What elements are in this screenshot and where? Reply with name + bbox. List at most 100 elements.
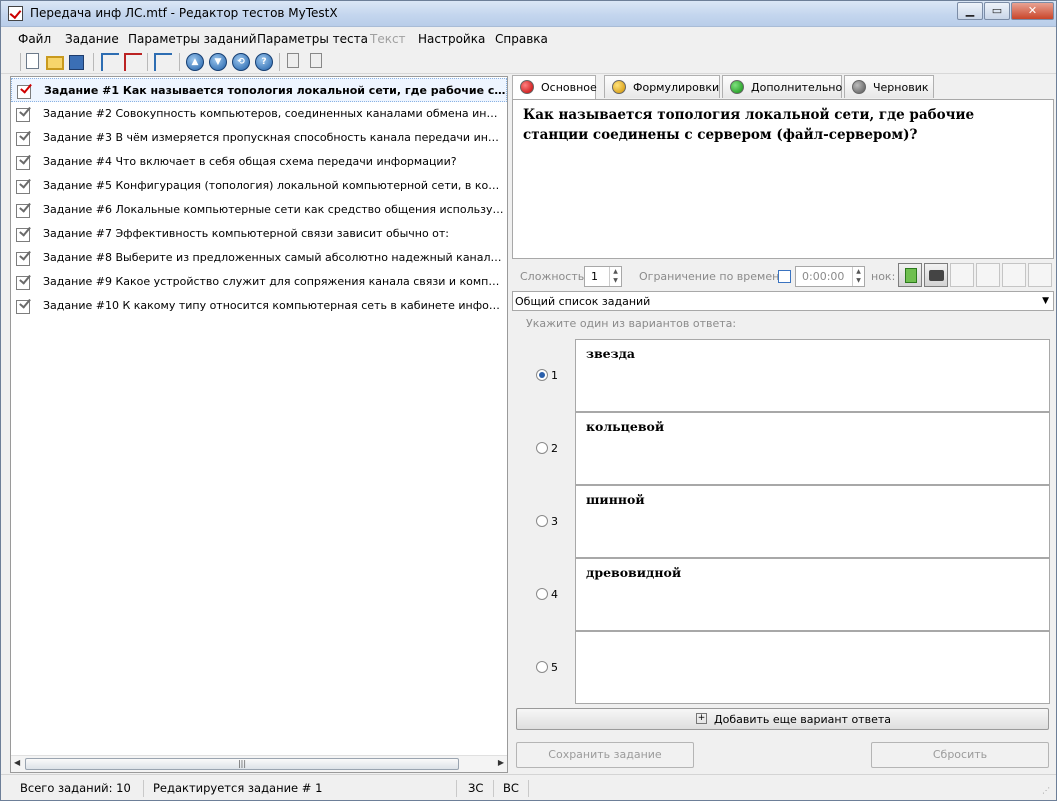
task-list-item[interactable]: Задание #10 К какому типу относится комп… [11, 294, 507, 318]
answer-text-field[interactable]: шинной [575, 485, 1050, 558]
menu-bar: Файл Задание Параметры заданий Параметры… [1, 28, 1056, 49]
answer-radio[interactable] [536, 588, 548, 600]
image-slot[interactable] [976, 263, 1000, 287]
menu-help[interactable]: Справка [495, 32, 548, 46]
task-list-item[interactable]: Задание #9 Какое устройство служит для с… [11, 270, 507, 294]
help-icon[interactable]: ? [255, 53, 273, 71]
image-slot[interactable] [1028, 263, 1052, 287]
minimize-button[interactable]: ▁ [957, 2, 983, 20]
plus-icon: + [696, 713, 707, 724]
add-image-button[interactable] [898, 263, 922, 287]
task-list-icon[interactable] [154, 53, 172, 71]
chevron-down-icon[interactable]: ▼ [1042, 296, 1049, 306]
task-title: Задание #2 Совокупность компьютеров, сое… [43, 107, 505, 120]
move-down-icon[interactable]: ▼ [209, 53, 227, 71]
move-up-icon[interactable]: ▲ [186, 53, 204, 71]
window-title: Передача инф ЛС.mtf - Редактор тестов My… [30, 6, 338, 20]
menu-task[interactable]: Задание [65, 32, 119, 46]
task-list: Задание #1 Как называется топология лока… [10, 76, 508, 773]
question-editor[interactable]: Как называется топология локальной сети,… [512, 99, 1054, 259]
green-dot-icon [730, 80, 744, 94]
scrollbar-thumb[interactable]: ||| [25, 758, 459, 770]
answer-radio[interactable] [536, 442, 548, 454]
menu-text: Текст [370, 32, 406, 46]
task-list-item[interactable]: Задание #6 Локальные компьютерные сети к… [11, 198, 507, 222]
answer-radio[interactable] [536, 369, 548, 381]
task-checkbox-icon [16, 200, 33, 218]
toolbar-separator [20, 53, 21, 71]
toolbar-separator [93, 53, 94, 71]
task-title: Задание #8 Выберите из предложенных самы… [43, 251, 505, 264]
tab-main[interactable]: Основное [512, 75, 597, 99]
menu-test-params[interactable]: Параметры теста [257, 32, 368, 46]
tab-formulations[interactable]: Формулировки [604, 75, 720, 98]
window-controls: ▁ ▭ ✕ [956, 2, 1054, 20]
answer-text-field[interactable]: кольцевой [575, 412, 1050, 485]
difficulty-label: Сложность: [520, 270, 588, 283]
task-list-item[interactable]: Задание #5 Конфигурация (топология) лока… [11, 174, 507, 198]
menu-task-params[interactable]: Параметры заданий [128, 32, 257, 46]
maximize-button[interactable]: ▭ [984, 2, 1010, 20]
task-list-item[interactable]: Задание #4 Что включает в себя общая схе… [11, 150, 507, 174]
reset-button[interactable]: Сбросить [871, 742, 1049, 768]
toolbar-separator [279, 53, 280, 71]
stepper-arrows-icon[interactable]: ▲ ▼ [852, 267, 864, 286]
task-list-item-selected[interactable]: Задание #1 Как называется топология лока… [11, 78, 507, 102]
task-list-item[interactable]: Задание #8 Выберите из предложенных самы… [11, 246, 507, 270]
task-list-item[interactable]: Задание #2 Совокупность компьютеров, сое… [11, 102, 507, 126]
new-file-icon[interactable] [26, 53, 39, 69]
save-icon[interactable] [69, 55, 84, 70]
open-folder-icon[interactable] [46, 56, 64, 70]
answer-number: 2 [551, 442, 558, 455]
copy-icon[interactable] [287, 53, 299, 68]
task-title: Задание #4 Что включает в себя общая схе… [43, 155, 457, 168]
save-task-button[interactable]: Сохранить задание [516, 742, 694, 768]
scroll-right-icon[interactable]: ▶ [498, 758, 504, 767]
editor-tabs: Основное Формулировки Дополнительно Черн… [512, 75, 1056, 99]
answer-option: 2 кольцевой [512, 412, 1052, 485]
time-limit-checkbox[interactable] [778, 270, 791, 283]
tab-draft[interactable]: Черновик [844, 75, 934, 98]
image-slot[interactable] [950, 263, 974, 287]
task-checkbox-icon [17, 81, 34, 99]
answer-text-field[interactable]: звезда [575, 339, 1050, 412]
task-list-item[interactable]: Задание #3 В чём измеряется пропускная с… [11, 126, 507, 150]
task-checkbox-icon [16, 272, 33, 290]
answer-radio[interactable] [536, 661, 548, 673]
answer-text-field[interactable] [575, 631, 1050, 704]
task-checkbox-icon [16, 224, 33, 242]
delete-task-icon[interactable] [124, 53, 142, 71]
answer-text-field[interactable]: древовидной [575, 558, 1050, 631]
stepper-arrows-icon[interactable]: ▲ ▼ [609, 267, 621, 286]
plus-image-icon [905, 268, 917, 283]
add-task-icon[interactable] [101, 53, 119, 71]
task-list-item[interactable]: Задание #7 Эффективность компьютерной св… [11, 222, 507, 246]
status-vs: ВС [497, 780, 529, 797]
title-bar: Передача инф ЛС.mtf - Редактор тестов My… [1, 1, 1056, 27]
answer-hint: Укажите один из вариантов ответа: [526, 317, 737, 330]
camera-button[interactable] [924, 263, 948, 287]
task-checkbox-icon [16, 296, 33, 314]
close-button[interactable]: ✕ [1011, 2, 1054, 20]
menu-file[interactable]: Файл [18, 32, 51, 46]
add-answer-button[interactable]: + Добавить еще вариант ответа [516, 708, 1049, 730]
time-limit-field[interactable]: 0:00:00 ▲ ▼ [795, 266, 865, 287]
task-list-select[interactable]: Общий список заданий ▼ [512, 291, 1054, 311]
scroll-left-icon[interactable]: ◀ [14, 758, 20, 767]
image-slot[interactable] [1002, 263, 1026, 287]
refresh-icon[interactable]: ⟲ [232, 53, 250, 71]
menu-settings[interactable]: Настройка [418, 32, 485, 46]
task-title: Задание #1 Как называется топология лока… [44, 84, 506, 97]
horizontal-scrollbar[interactable]: ◀ ||| ▶ [11, 755, 507, 772]
yellow-dot-icon [612, 80, 626, 94]
image-label: нок: [871, 270, 896, 283]
app-window: Передача инф ЛС.mtf - Редактор тестов My… [0, 0, 1057, 801]
answer-options: 1 звезда 2 кольцевой 3 шинной 4 древовид… [512, 333, 1054, 708]
task-title: Задание #3 В чём измеряется пропускная с… [43, 131, 505, 144]
answer-radio[interactable] [536, 515, 548, 527]
tab-additional[interactable]: Дополнительно [722, 75, 842, 98]
paste-icon[interactable] [310, 53, 322, 68]
task-checkbox-icon [16, 176, 33, 194]
difficulty-stepper[interactable]: 1 ▲ ▼ [584, 266, 622, 287]
resize-grip-icon[interactable]: ⋰ [1042, 786, 1054, 798]
